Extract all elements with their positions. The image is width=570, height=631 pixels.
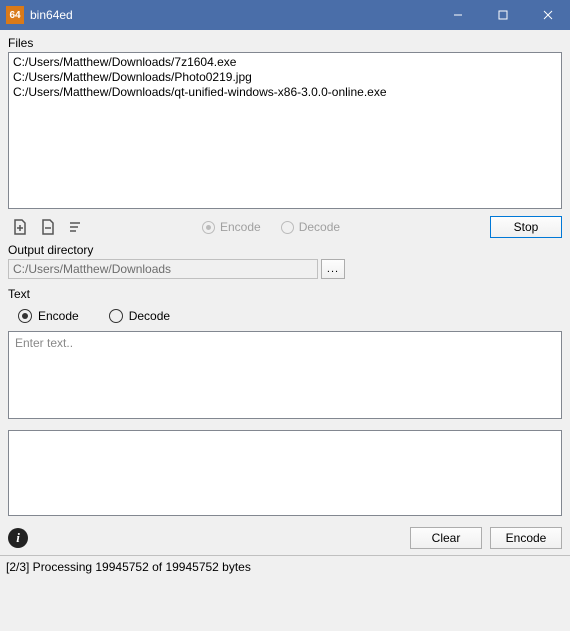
encode-button[interactable]: Encode <box>490 527 562 549</box>
add-file-button[interactable] <box>8 215 32 239</box>
browse-button[interactable]: ... <box>321 259 345 279</box>
text-decode-label: Decode <box>129 309 170 323</box>
output-dir-label: Output directory <box>8 243 562 257</box>
text-label: Text <box>8 287 562 301</box>
files-list[interactable]: C:/Users/Matthew/Downloads/7z1604.exe C:… <box>8 52 562 209</box>
titlebar: 64 bin64ed <box>0 0 570 30</box>
text-decode-radio[interactable]: Decode <box>109 309 170 323</box>
text-input[interactable] <box>8 331 562 419</box>
remove-file-button[interactable] <box>36 215 60 239</box>
text-output[interactable] <box>8 430 562 516</box>
minimize-button[interactable] <box>435 0 480 30</box>
app-icon: 64 <box>6 6 24 24</box>
file-item[interactable]: C:/Users/Matthew/Downloads/Photo0219.jpg <box>13 70 557 85</box>
file-encode-label: Encode <box>220 220 261 234</box>
output-dir-input <box>8 259 318 279</box>
text-encode-radio[interactable]: Encode <box>18 309 79 323</box>
text-encode-label: Encode <box>38 309 79 323</box>
stop-button[interactable]: Stop <box>490 216 562 238</box>
close-button[interactable] <box>525 0 570 30</box>
file-item[interactable]: C:/Users/Matthew/Downloads/7z1604.exe <box>13 55 557 70</box>
window-title: bin64ed <box>30 8 435 22</box>
maximize-button[interactable] <box>480 0 525 30</box>
files-label: Files <box>8 36 562 50</box>
clear-files-button[interactable] <box>64 215 88 239</box>
file-decode-label: Decode <box>299 220 340 234</box>
file-encode-radio: Encode <box>202 220 261 234</box>
file-item[interactable]: C:/Users/Matthew/Downloads/qt-unified-wi… <box>13 85 557 100</box>
status-bar: [2/3] Processing 19945752 of 19945752 by… <box>0 555 570 578</box>
file-decode-radio: Decode <box>281 220 340 234</box>
info-icon[interactable]: i <box>8 528 28 548</box>
clear-button[interactable]: Clear <box>410 527 482 549</box>
